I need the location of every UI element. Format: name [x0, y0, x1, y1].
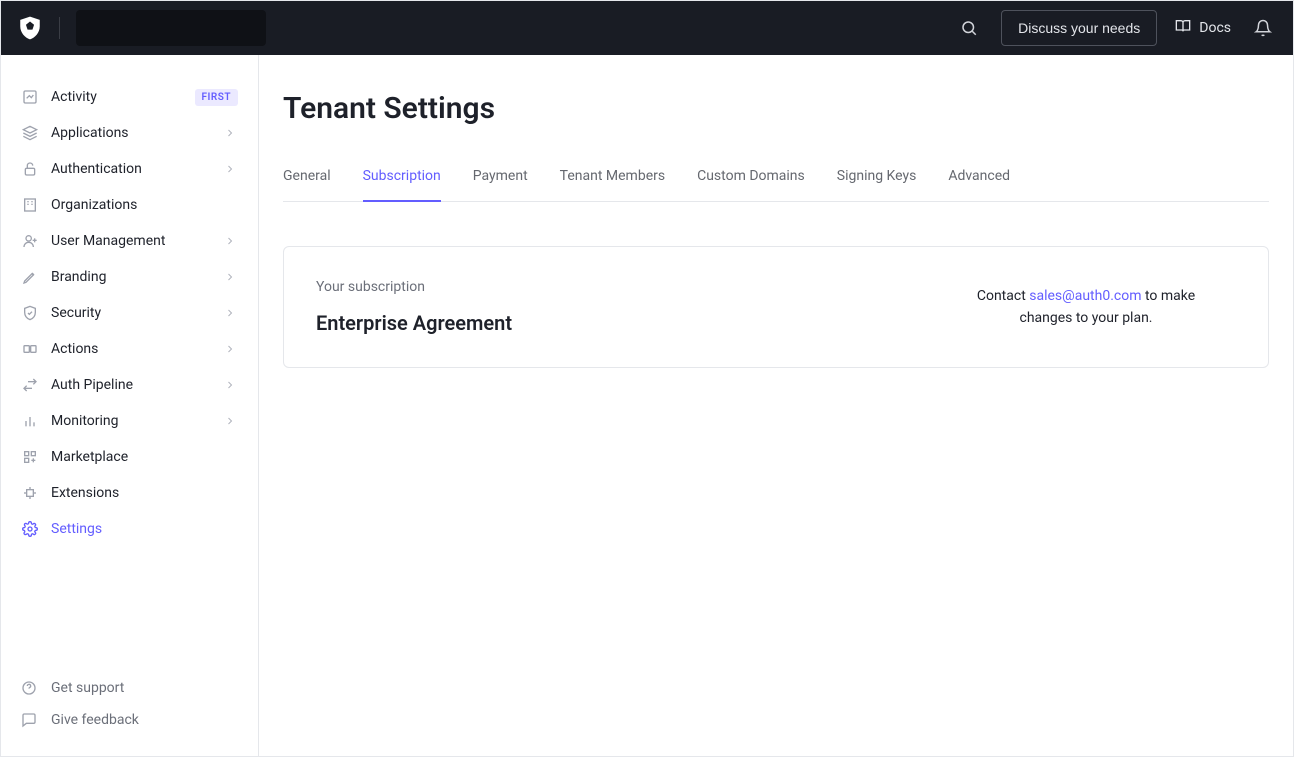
chat-icon	[21, 711, 39, 729]
branding-icon	[21, 268, 39, 286]
search-icon[interactable]	[955, 14, 983, 42]
sidebar-item-label: Authentication	[51, 161, 212, 177]
sidebar-item-branding[interactable]: Branding	[13, 259, 246, 295]
chevron-right-icon	[224, 270, 238, 284]
chevron-right-icon	[224, 126, 238, 140]
sidebar-item-user-management[interactable]: User Management	[13, 223, 246, 259]
topbar: Discuss your needs Docs	[1, 1, 1293, 55]
extensions-icon	[21, 484, 39, 502]
sidebar-item-auth-pipeline[interactable]: Auth Pipeline	[13, 367, 246, 403]
sidebar-item-extensions[interactable]: Extensions	[13, 475, 246, 511]
sidebar-item-marketplace[interactable]: Marketplace	[13, 439, 246, 475]
tab-advanced[interactable]: Advanced	[948, 168, 1010, 202]
chevron-right-icon	[224, 234, 238, 248]
tab-tenant-members[interactable]: Tenant Members	[560, 168, 665, 202]
sidebar-item-label: Applications	[51, 125, 212, 141]
main-content: Tenant Settings General Subscription Pay…	[259, 55, 1293, 756]
sidebar-item-label: Activity	[51, 89, 183, 105]
page-title: Tenant Settings	[283, 91, 1269, 126]
get-support-link[interactable]: Get support	[13, 672, 246, 704]
contact-pre: Contact	[977, 288, 1029, 304]
sidebar-item-monitoring[interactable]: Monitoring	[13, 403, 246, 439]
sidebar-item-activity[interactable]: Activity FIRST	[13, 79, 246, 115]
tab-general[interactable]: General	[283, 168, 331, 202]
chevron-right-icon	[224, 414, 238, 428]
tab-signing-keys[interactable]: Signing Keys	[837, 168, 917, 202]
sidebar-item-actions[interactable]: Actions	[13, 331, 246, 367]
help-icon	[21, 679, 39, 697]
tenant-selector[interactable]	[76, 10, 266, 46]
sidebar-item-label: Organizations	[51, 197, 238, 213]
bell-icon[interactable]	[1249, 14, 1277, 42]
sidebar-item-label: Auth Pipeline	[51, 377, 212, 393]
sidebar-item-label: Extensions	[51, 485, 238, 501]
sidebar-item-label: Monitoring	[51, 413, 212, 429]
activity-icon	[21, 88, 39, 106]
book-icon	[1175, 18, 1191, 38]
sidebar-item-label: Actions	[51, 341, 212, 357]
auth-pipeline-icon	[21, 376, 39, 394]
sidebar-item-settings[interactable]: Settings	[13, 511, 246, 547]
sidebar: Activity FIRST Applications Authenticati…	[1, 55, 259, 756]
feedback-label: Give feedback	[51, 712, 139, 728]
chevron-right-icon	[224, 378, 238, 392]
sidebar-item-security[interactable]: Security	[13, 295, 246, 331]
authentication-icon	[21, 160, 39, 178]
divider	[59, 17, 60, 39]
monitoring-icon	[21, 412, 39, 430]
sales-email-link[interactable]: sales@auth0.com	[1029, 288, 1141, 304]
brand-logo-icon[interactable]	[17, 15, 43, 41]
chevron-right-icon	[224, 162, 238, 176]
user-management-icon	[21, 232, 39, 250]
sidebar-item-organizations[interactable]: Organizations	[13, 187, 246, 223]
chevron-right-icon	[224, 306, 238, 320]
sidebar-item-label: Security	[51, 305, 212, 321]
organizations-icon	[21, 196, 39, 214]
sidebar-nav: Activity FIRST Applications Authenticati…	[1, 79, 258, 672]
subscription-label: Your subscription	[316, 279, 936, 295]
subscription-plan: Enterprise Agreement	[316, 311, 936, 335]
sidebar-item-label: Marketplace	[51, 449, 238, 465]
docs-label: Docs	[1199, 20, 1231, 36]
discuss-needs-button[interactable]: Discuss your needs	[1001, 10, 1157, 46]
sidebar-item-authentication[interactable]: Authentication	[13, 151, 246, 187]
marketplace-icon	[21, 448, 39, 466]
chevron-right-icon	[224, 342, 238, 356]
sidebar-item-applications[interactable]: Applications	[13, 115, 246, 151]
applications-icon	[21, 124, 39, 142]
tab-custom-domains[interactable]: Custom Domains	[697, 168, 805, 202]
settings-icon	[21, 520, 39, 538]
support-label: Get support	[51, 680, 124, 696]
first-badge: FIRST	[195, 89, 238, 106]
give-feedback-link[interactable]: Give feedback	[13, 704, 246, 736]
actions-icon	[21, 340, 39, 358]
subscription-contact: Contact sales@auth0.com to make changes …	[976, 285, 1236, 330]
sidebar-item-label: Settings	[51, 521, 238, 537]
subscription-card: Your subscription Enterprise Agreement C…	[283, 246, 1269, 368]
tab-subscription[interactable]: Subscription	[363, 168, 441, 202]
sidebar-item-label: User Management	[51, 233, 212, 249]
tab-payment[interactable]: Payment	[473, 168, 528, 202]
sidebar-item-label: Branding	[51, 269, 212, 285]
security-icon	[21, 304, 39, 322]
tabs: General Subscription Payment Tenant Memb…	[283, 168, 1269, 202]
docs-link[interactable]: Docs	[1175, 18, 1231, 38]
sidebar-footer: Get support Give feedback	[1, 672, 258, 756]
